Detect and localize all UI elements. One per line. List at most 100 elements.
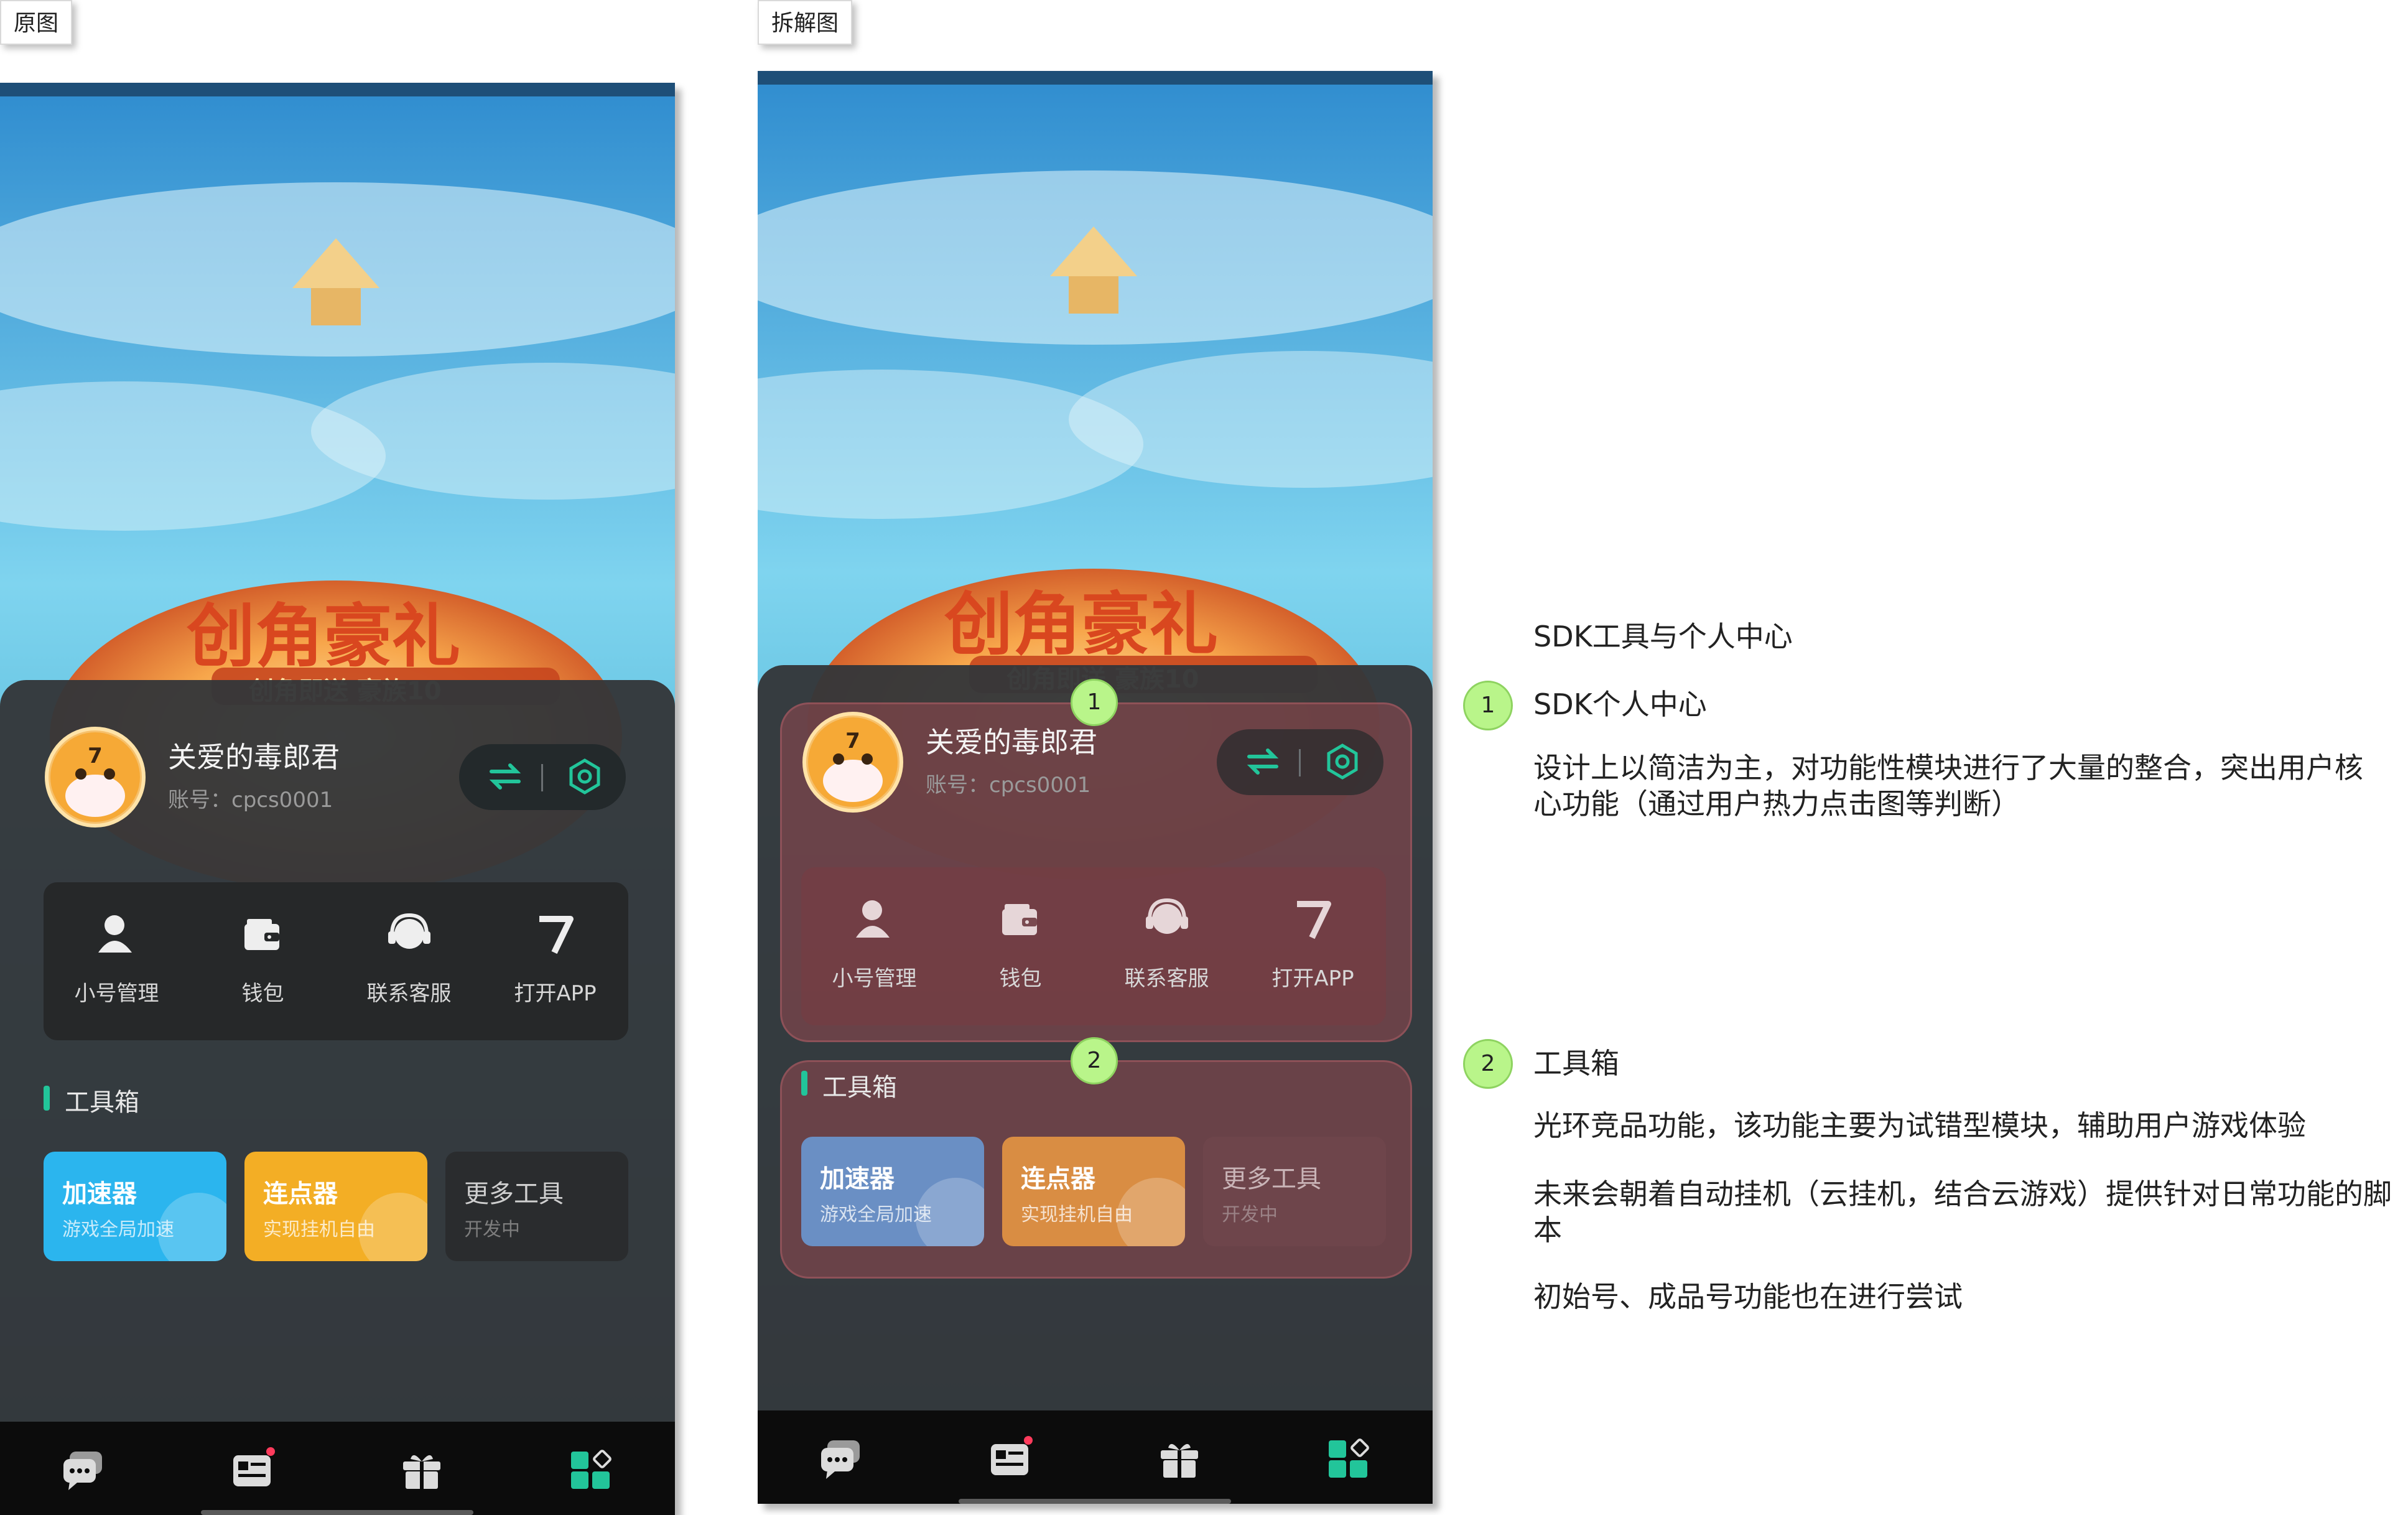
tool-subtitle: 实现挂机自由 <box>263 1219 375 1241</box>
annotation-title-2: 工具箱 <box>1533 1047 1619 1080</box>
username: 关爱的毒郎君 <box>168 740 340 774</box>
quick-item-support[interactable]: 联系客服 <box>1094 895 1240 1020</box>
wallet-icon <box>244 919 279 950</box>
quick-actions: 小号管理 钱包 联系客服 打开APP <box>801 867 1386 1025</box>
tool-title: 加速器 <box>820 1165 895 1193</box>
unread-badge <box>266 1447 275 1456</box>
tool-title: 加速器 <box>62 1180 137 1208</box>
annotation-desc-1: 设计上以简洁为主，对功能性模块进行了大量的整合，突出用户核心功能（通过用户热力点… <box>1533 751 2363 821</box>
annotation-number-1: 1 <box>1463 681 1513 730</box>
original-tag: 原图 <box>0 0 73 45</box>
tab-bar <box>0 1422 675 1515</box>
tool-auto-clicker[interactable]: 连点器 实现挂机自由 <box>1002 1137 1185 1246</box>
news-icon[interactable] <box>986 1435 1033 1483</box>
tool-more[interactable]: 更多工具 开发中 <box>445 1152 628 1261</box>
toolbox-accent-bar <box>801 1071 807 1096</box>
annotation-heading: SDK工具与个人中心 <box>1533 620 1793 653</box>
quick-label: 小号管理 <box>74 981 159 1006</box>
rocket-icon <box>916 1178 984 1246</box>
headset-icon <box>388 913 430 949</box>
home-indicator <box>959 1499 1231 1504</box>
annotation-title-1: SDK个人中心 <box>1533 688 1707 721</box>
avatar[interactable]: 7 <box>802 712 903 813</box>
target-icon <box>359 1193 427 1261</box>
pill-divider <box>541 764 543 791</box>
toolbox-title: 工具箱 <box>65 1088 139 1117</box>
annotation-text-2b: 未来会朝着自动挂机（云挂机，结合云游戏）提供针对日常功能的脚本 <box>1533 1177 2392 1247</box>
tiger-face-icon: 7 <box>808 717 898 807</box>
svg-text:7: 7 <box>88 744 103 768</box>
app-7-icon <box>1296 901 1331 939</box>
phone-breakdown: 创角豪礼 创角即送 豪族10 7 关爱的毒郎君 账号：cpcs0001 <box>758 71 1433 1504</box>
user-icon <box>855 900 890 938</box>
username: 关爱的毒郎君 <box>926 725 1097 759</box>
sdk-panel: 7 关爱的毒郎君 账号：cpcs0001 小号管理 钱包 联系客服 打开APP … <box>758 665 1433 1418</box>
marker-2: 2 <box>1071 1037 1118 1084</box>
breakdown-tag: 拆解图 <box>758 0 853 45</box>
headset-icon <box>1145 898 1188 934</box>
quick-item-wallet[interactable]: 钱包 <box>190 910 336 1035</box>
quick-item-wallet[interactable]: 钱包 <box>947 895 1094 1020</box>
account-id: 账号：cpcs0001 <box>168 788 333 813</box>
quick-label: 联系客服 <box>366 981 452 1006</box>
tool-auto-clicker[interactable]: 连点器 实现挂机自由 <box>244 1152 427 1261</box>
news-icon[interactable] <box>228 1447 276 1494</box>
quick-label: 联系客服 <box>1124 966 1209 991</box>
account-id: 账号：cpcs0001 <box>926 773 1091 798</box>
avatar[interactable]: 7 <box>45 727 146 827</box>
tool-accelerator[interactable]: 加速器 游戏全局加速 <box>801 1137 984 1246</box>
phone-original: 创角豪礼 创角即送 豪族10 7 关爱的毒郎君 账号：cpcs0001 <box>0 83 675 1515</box>
quick-label: 钱包 <box>999 966 1042 991</box>
tiger-face-icon: 7 <box>50 732 140 822</box>
quick-label: 钱包 <box>241 981 284 1006</box>
chat-icon[interactable] <box>817 1435 865 1483</box>
quick-item-open-app[interactable]: 打开APP <box>482 910 628 1035</box>
unread-badge <box>1024 1436 1033 1445</box>
switch-account-icon[interactable] <box>485 757 525 796</box>
target-icon <box>1117 1178 1185 1246</box>
quick-actions: 小号管理 钱包 联系客服 打开APP <box>44 882 628 1040</box>
toolbox-accent-bar <box>44 1086 50 1111</box>
tool-title: 连点器 <box>263 1180 338 1208</box>
settings-icon[interactable] <box>1323 742 1362 781</box>
tool-accelerator[interactable]: 加速器 游戏全局加速 <box>44 1152 226 1261</box>
header-actions <box>1217 729 1383 795</box>
tool-title: 更多工具 <box>464 1180 564 1208</box>
chat-icon[interactable] <box>60 1447 107 1494</box>
banner-title: 创角豪礼 <box>187 597 460 676</box>
wallet-icon <box>1002 904 1037 935</box>
quick-label: 小号管理 <box>832 966 917 991</box>
quick-item-sub-accounts[interactable]: 小号管理 <box>801 895 947 1020</box>
quick-label: 打开APP <box>514 981 597 1006</box>
tool-subtitle: 开发中 <box>1222 1204 1278 1226</box>
gift-icon[interactable] <box>1156 1435 1203 1483</box>
quick-label: 打开APP <box>1271 966 1354 991</box>
tool-subtitle: 开发中 <box>464 1219 520 1241</box>
switch-account-icon[interactable] <box>1243 742 1283 781</box>
marker-1: 1 <box>1071 679 1118 726</box>
annotation-number-2: 2 <box>1463 1039 1513 1089</box>
tab-bar <box>758 1410 1433 1504</box>
tool-more[interactable]: 更多工具 开发中 <box>1203 1137 1386 1246</box>
user-icon <box>98 915 132 953</box>
annotation-text-2c: 初始号、成品号功能也在进行尝试 <box>1533 1280 1963 1313</box>
sdk-panel: 7 关爱的毒郎君 账号：cpcs0001 小号管理 钱包 联系客服 打开APP … <box>0 680 675 1433</box>
apps-icon[interactable] <box>1325 1435 1372 1483</box>
pill-divider <box>1299 749 1301 776</box>
app-7-icon <box>539 916 574 954</box>
home-indicator <box>201 1510 473 1515</box>
quick-item-open-app[interactable]: 打开APP <box>1240 895 1386 1020</box>
tool-subtitle: 游戏全局加速 <box>62 1219 174 1241</box>
gift-icon[interactable] <box>398 1447 445 1494</box>
banner-title: 创角豪礼 <box>944 585 1218 664</box>
apps-icon[interactable] <box>567 1447 615 1494</box>
annotation-text-2a: 光环竞品功能，该功能主要为试错型模块，辅助用户游戏体验 <box>1533 1109 2306 1142</box>
settings-icon[interactable] <box>565 757 605 796</box>
tool-subtitle: 实现挂机自由 <box>1021 1204 1133 1226</box>
quick-item-sub-accounts[interactable]: 小号管理 <box>44 910 190 1035</box>
svg-text:7: 7 <box>845 729 860 753</box>
header-actions <box>459 744 626 810</box>
toolbox-title: 工具箱 <box>822 1073 897 1102</box>
quick-item-support[interactable]: 联系客服 <box>336 910 482 1035</box>
tool-title: 连点器 <box>1021 1165 1095 1193</box>
